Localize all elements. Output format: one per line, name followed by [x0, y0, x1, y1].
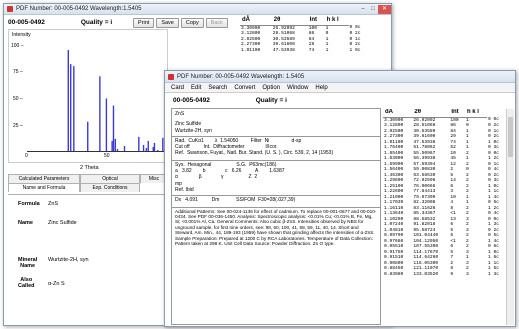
system-line: Sys. Hexagonal S.G. P63mc(186)	[172, 159, 380, 168]
close-icon[interactable]: ✕	[378, 4, 391, 14]
col-hkl: h k l	[324, 17, 349, 26]
app-icon	[7, 6, 13, 12]
ytick-25: 25 –	[13, 123, 23, 129]
pdf-number: 00-005-0492	[8, 19, 45, 26]
front-header: 00-005-0492 Quality = i	[173, 97, 287, 104]
menu-help[interactable]: Help	[315, 85, 327, 91]
formula-value: ZnS	[48, 201, 59, 207]
also-called-label: Also Called	[18, 277, 35, 289]
table-cell: 1	[325, 47, 329, 53]
reference2-line: Ref. Ibid	[175, 186, 194, 193]
menu-window[interactable]: Window	[287, 85, 308, 91]
card-details: ZnS Zinc Sulfide Wurtzite-2H, syn Rad. C…	[171, 108, 381, 325]
radiation-line: Rad. CuKα1 λ 1.54050 Filter Ni d-sp	[172, 135, 380, 144]
back-header: 00-005-0492 Quality = i	[8, 19, 112, 26]
menu-option[interactable]: Option	[262, 85, 280, 91]
tab-exp-conditions[interactable]: Exp. Conditions	[80, 183, 140, 192]
maximize-icon[interactable]: □	[368, 5, 378, 14]
print-button[interactable]: Print	[133, 18, 155, 28]
back-reflection-table: dÅ 2θ Int h k l 3.30900 26.92092 100 1 0 0c 3.12…	[240, 17, 368, 53]
back-window-title: PDF Number: 00-005-0492 Wavelength:1.540…	[16, 6, 142, 12]
quality-label: Quality = i	[255, 97, 287, 104]
ytick-75: 75 –	[13, 69, 23, 75]
quality-label: Quality = i	[80, 19, 113, 26]
table-cell: 74	[308, 47, 315, 53]
scrollbar-thumb[interactable]	[508, 117, 513, 157]
col-int: Int	[307, 17, 325, 26]
back-button[interactable]: Back	[205, 18, 228, 28]
front-reflection-table: dÅ 2θ Int h k l 3.30900 26.92092 100 1 0 0c 3.12…	[383, 109, 505, 325]
menu-edit[interactable]: Edit	[191, 85, 201, 91]
density-line: Dx 4.091 Dm SS/FOM F30=28(.027,39)	[172, 195, 380, 203]
name-value: Zinc Sulfide	[48, 220, 77, 226]
name-formula-panel: Formula ZnS Name Zinc Sulfide Mineral Na…	[8, 194, 168, 324]
col-hkl: h k l	[464, 109, 487, 118]
pdf-number: 00-005-0492	[173, 97, 210, 104]
table-cell: 1 0c	[349, 47, 361, 53]
table-scrollbar[interactable]	[506, 109, 514, 325]
col-int: Int	[449, 109, 465, 118]
name-label: Name	[18, 220, 33, 226]
save-button[interactable]: Save	[156, 18, 179, 28]
reference-line: Ref. Swanson, Fuyat., Natl. Bur. Stand. …	[175, 150, 334, 157]
table-row: 1.91100 47.53938 74 1 1 0c	[240, 48, 368, 54]
diffraction-peaks	[67, 50, 164, 151]
formula-label: Formula	[18, 201, 40, 207]
table-cell: 1.91100	[241, 47, 261, 53]
back-window-titlebar[interactable]: PDF Number: 00-005-0492 Wavelength:1.540…	[4, 4, 391, 15]
col-d: dÅ	[240, 17, 272, 26]
menu-convert[interactable]: Convert	[234, 85, 255, 91]
additional-comments: Additional Patterns: See 00-024-1136 for…	[172, 206, 380, 247]
diffraction-chart: Intensity 100 – 75 – 50 – 25 – 0 50	[8, 29, 168, 163]
ytick-100: 100 –	[11, 43, 24, 49]
mineral-name-value: Wurtzite-2H, syn	[48, 257, 89, 263]
mineral-name-label: Mineral Name	[18, 257, 38, 269]
front-window: PDF Number: 00-005-0492 Wavelength: 1.54…	[164, 70, 516, 327]
back-tabs: Calculated Parameters Optical Misc Name an…	[8, 174, 168, 192]
formula: ZnS	[175, 111, 185, 117]
table-cell: 133.03520	[413, 271, 439, 277]
chart-ylabel: Intensity	[12, 32, 31, 38]
xtick-0: 0	[25, 153, 28, 159]
menu-bar: Card Edit Search Convert Option Window H…	[165, 83, 515, 93]
table-cell: 9	[450, 271, 454, 277]
minimize-icon[interactable]: –	[358, 5, 368, 14]
copy-button[interactable]: Copy	[180, 18, 204, 28]
x-axis	[27, 151, 165, 152]
col-d: dÅ	[383, 109, 413, 118]
table-cell: 1 3c	[488, 271, 500, 277]
tab-name-and-formula[interactable]: Name and Formula	[8, 183, 80, 192]
app-icon	[168, 73, 174, 80]
col-2theta: 2θ	[412, 109, 450, 118]
back-toolbar: Print Save Copy Back	[133, 18, 228, 28]
col-2theta: 2θ	[271, 17, 308, 26]
tab-optical[interactable]: Optical	[80, 174, 140, 183]
table-cell: 3	[465, 271, 469, 277]
xtick-50: 50	[104, 153, 110, 159]
table-cell: 0.83980	[384, 271, 404, 277]
also-called-value: α-Zn S	[48, 281, 65, 287]
table-cell: 47.53938	[272, 47, 295, 53]
menu-search[interactable]: Search	[208, 85, 227, 91]
front-window-title: PDF Number: 00-005-0492 Wavelength: 1.54…	[177, 73, 305, 80]
tab-calculated-parameters[interactable]: Calculated Parameters	[8, 174, 80, 183]
chart-xlabel: 2 Theta	[80, 165, 99, 171]
name-2: Wurtzite-2H, syn	[175, 127, 212, 134]
front-window-titlebar[interactable]: PDF Number: 00-005-0492 Wavelength: 1.54…	[165, 71, 515, 83]
ytick-50: 50 –	[13, 96, 23, 102]
table-row: 0.83980 133.03520 9 3 1 3c	[383, 272, 505, 278]
menu-card[interactable]: Card	[171, 85, 184, 91]
